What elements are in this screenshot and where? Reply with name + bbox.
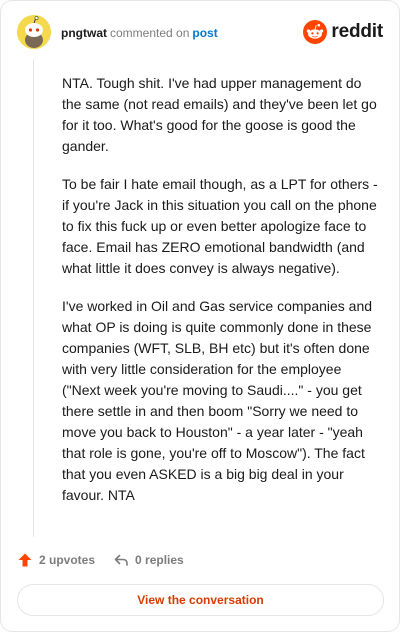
- comment-paragraph: I've worked in Oil and Gas service compa…: [62, 298, 373, 503]
- upvote-arrow-icon: [18, 553, 32, 567]
- reddit-logo[interactable]: reddit: [303, 19, 383, 45]
- comment-paragraph: To be fair I hate email though, as a LPT…: [62, 176, 378, 276]
- upvote-count: 2 upvotes: [39, 553, 96, 567]
- username[interactable]: pngtwat: [61, 26, 107, 40]
- comment-meta: pngtwat commented on post: [61, 26, 218, 40]
- post-link[interactable]: post: [192, 26, 217, 40]
- reddit-wordmark: reddit: [331, 21, 383, 42]
- reply-icon: [114, 554, 128, 566]
- comment-paragraph: NTA. Tough shit. I've had upper manageme…: [62, 75, 377, 154]
- comment-embed-card: pngtwat commented on post reddit NTA. Toug…: [0, 0, 400, 632]
- comment-footer: 2 upvotes 0 replies: [17, 549, 184, 571]
- comment-body: NTA. Tough shit. I've had upper manageme…: [62, 73, 382, 523]
- view-conversation-button[interactable]: View the conversation: [17, 584, 384, 616]
- reddit-snoo-icon: [303, 20, 328, 44]
- reply-count: 0 replies: [135, 553, 184, 567]
- comment-header: pngtwat commented on post reddit: [17, 15, 383, 55]
- snoo-avatar-icon: [17, 15, 51, 49]
- upvote-stat[interactable]: 2 upvotes: [17, 552, 95, 568]
- avatar[interactable]: [17, 15, 51, 49]
- reply-stat[interactable]: 0 replies: [113, 552, 184, 568]
- action-text: commented on: [110, 26, 190, 40]
- thread-line: [33, 59, 34, 537]
